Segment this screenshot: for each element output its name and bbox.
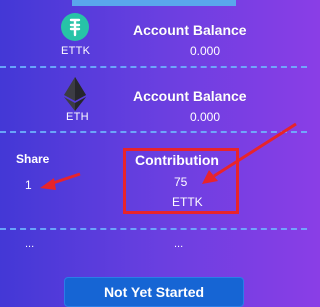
contribution-placeholder: ...	[174, 238, 184, 250]
status-button[interactable]: Not Yet Started	[64, 277, 244, 307]
share-arrow	[40, 172, 81, 190]
share-placeholder: ...	[25, 238, 35, 250]
row-divider	[0, 228, 307, 230]
annotation-arrows	[40, 122, 297, 190]
contribution-arrow	[202, 122, 297, 184]
